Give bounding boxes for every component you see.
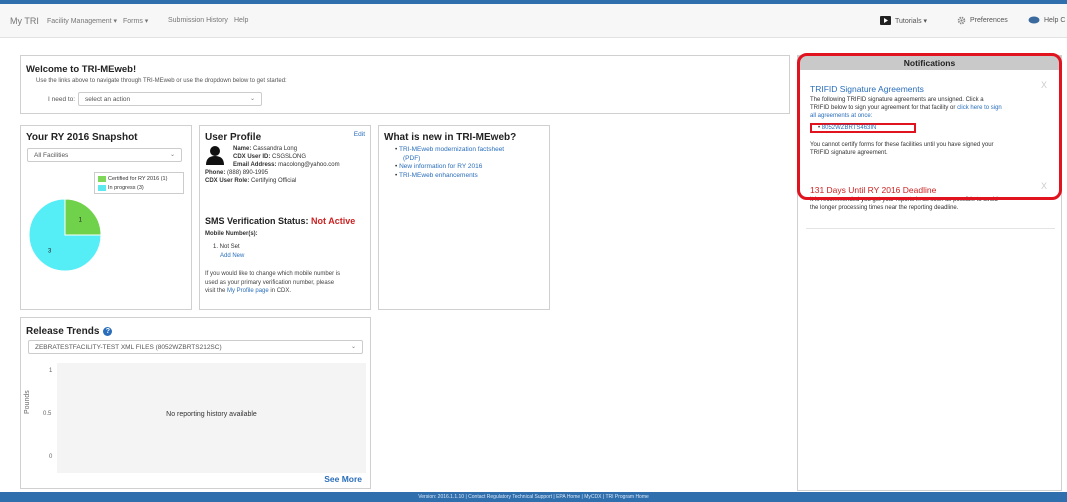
- deadline-text-line-2: the longer processing times near the rep…: [810, 205, 959, 211]
- whats-new-item-factsheet[interactable]: TRI-MEweb modernization factsheet: [399, 146, 504, 153]
- nav-help-center[interactable]: Help C: [1028, 16, 1065, 24]
- y-tick-0-5: 0.5: [43, 411, 52, 417]
- profile-role-label: CDX User Role:: [205, 178, 250, 184]
- whats-new-item-enhancements[interactable]: TRI-MEweb enhancements: [399, 172, 478, 179]
- legend-swatch-in-progress: [98, 185, 106, 191]
- nav-submission-history[interactable]: Submission History: [168, 17, 228, 24]
- profile-note-line-3-pre: visit the: [205, 288, 226, 294]
- need-to-label: I need to:: [48, 96, 76, 103]
- legend-item-in-progress: In progress (3): [98, 185, 144, 191]
- help-center-icon: [1028, 16, 1040, 24]
- profile-note: If you would like to change which mobile…: [205, 270, 340, 296]
- nav-help[interactable]: Help: [234, 17, 248, 24]
- sms-status-heading: SMS Verification Status: Not Active: [205, 216, 355, 226]
- nav-tutorials[interactable]: Tutorials ▾: [880, 16, 927, 25]
- facility-filter-value: All Facilities: [34, 152, 69, 159]
- facility-filter-select[interactable]: All Facilities ⌄: [27, 148, 182, 162]
- add-mobile-link[interactable]: Add New: [220, 253, 244, 259]
- user-profile-panel: User Profile Edit Name: Cassandra Long C…: [199, 125, 371, 310]
- help-question-icon[interactable]: ?: [103, 327, 113, 336]
- snapshot-panel: Your RY 2016 Snapshot All Facilities ⌄ C…: [20, 125, 192, 310]
- profile-cdx-id: CSGSLONG: [272, 154, 307, 160]
- sms-status-value: Not Active: [311, 216, 356, 226]
- sms-status-title: SMS Verification Status:: [205, 216, 309, 226]
- snapshot-pie-chart: 13: [28, 198, 102, 272]
- nav-help-center-label: Help C: [1044, 16, 1066, 24]
- mobile-number-item: 1. Not Set: [213, 244, 240, 250]
- trends-facility-value: ZEBRATESTFACILITY-TEST XML FILES (8052WZ…: [35, 344, 222, 351]
- profile-edit-link[interactable]: Edit: [354, 131, 365, 138]
- profile-note-line-3-post: in CDX.: [270, 288, 292, 294]
- action-select-value: select an action: [85, 96, 131, 103]
- profile-name: Cassandra Long: [253, 146, 298, 152]
- profile-cdx-label: CDX User ID:: [233, 154, 271, 160]
- trends-plot-area: [57, 363, 366, 473]
- welcome-subtitle: Use the links above to navigate through …: [36, 78, 287, 84]
- notification-divider: [806, 228, 1055, 229]
- profile-role: Certifying Official: [251, 178, 297, 184]
- see-more-link[interactable]: See More: [324, 474, 362, 484]
- gear-icon: [957, 16, 966, 25]
- chevron-down-icon: ⌄: [350, 344, 356, 350]
- video-icon: [880, 16, 891, 25]
- trends-facility-select[interactable]: ZEBRATESTFACILITY-TEST XML FILES (8052WZ…: [28, 340, 363, 354]
- welcome-title: Welcome to TRI-MEweb!: [26, 64, 137, 75]
- y-tick-1: 1: [49, 368, 53, 374]
- user-avatar-icon: [206, 146, 224, 165]
- profile-note-line-2: used as your primary verification number…: [205, 279, 335, 286]
- welcome-panel: Welcome to TRI-MEweb! Use the links abov…: [20, 55, 790, 114]
- profile-contact: Phone: (888) 890-1995 CDX User Role: Cer…: [205, 169, 296, 185]
- release-trends-title: Release Trends: [26, 326, 100, 337]
- mobile-numbers-label: Mobile Number(s):: [205, 231, 258, 237]
- pie-slice-certified: [64, 198, 102, 236]
- top-navbar: My TRI Facility Management ▾ Forms ▾ Sub…: [0, 4, 1067, 38]
- nav-forms[interactable]: Forms ▾: [123, 17, 148, 25]
- profile-email-label: Email Address:: [233, 162, 277, 168]
- nav-facility-management[interactable]: Facility Management ▾: [47, 17, 117, 25]
- profile-title: User Profile: [205, 132, 262, 143]
- chevron-down-icon: ⌄: [249, 96, 255, 102]
- page-footer: Version: 2016.1.1.10 | Contact Regulator…: [0, 492, 1067, 502]
- chevron-down-icon: ⌄: [169, 152, 175, 158]
- whats-new-panel: What is new in TRI-MEweb? • TRI-MEweb mo…: [378, 125, 550, 310]
- whats-new-title: What is new in TRI-MEweb?: [384, 132, 517, 143]
- legend-label-certified: Certified for RY 2016 (1): [108, 176, 168, 182]
- profile-email: macolong@yahoo.com: [278, 162, 340, 168]
- action-select[interactable]: select an action ⌄: [78, 92, 262, 106]
- no-history-message: No reporting history available: [166, 411, 257, 418]
- nav-brand-my-tri[interactable]: My TRI: [10, 16, 39, 26]
- legend-item-certified: Certified for RY 2016 (1): [98, 176, 167, 182]
- my-profile-link[interactable]: My Profile page: [227, 288, 269, 294]
- y-tick-0: 0: [49, 454, 53, 460]
- y-axis-label: Pounds: [24, 390, 31, 414]
- nav-tutorials-label: Tutorials ▾: [895, 17, 928, 25]
- annotation-highlight-ring: [797, 53, 1062, 200]
- profile-phone-label: Phone:: [205, 170, 226, 176]
- nav-preferences-label: Preferences: [970, 17, 1008, 24]
- release-trends-panel: Release Trends ? ZEBRATESTFACILITY-TEST …: [20, 317, 371, 489]
- snapshot-legend: Certified for RY 2016 (1) In progress (3…: [94, 172, 184, 194]
- legend-swatch-certified: [98, 176, 106, 182]
- legend-label-in-progress: In progress (3): [108, 185, 144, 191]
- snapshot-title: Your RY 2016 Snapshot: [26, 132, 138, 143]
- whats-new-item-pdf[interactable]: (PDF): [403, 155, 420, 162]
- whats-new-list: • TRI-MEweb modernization factsheet (PDF…: [395, 146, 505, 179]
- release-trends-heading: Release Trends ?: [26, 326, 113, 337]
- whats-new-item-ry2016[interactable]: New information for RY 2016: [399, 163, 482, 170]
- profile-note-line-1: If you would like to change which mobile…: [205, 271, 341, 277]
- profile-name-label: Name:: [233, 146, 252, 152]
- profile-phone: (888) 890-1995: [227, 170, 269, 176]
- profile-details: Name: Cassandra Long CDX User ID: CSGSLO…: [233, 145, 340, 169]
- nav-preferences[interactable]: Preferences: [957, 16, 1008, 25]
